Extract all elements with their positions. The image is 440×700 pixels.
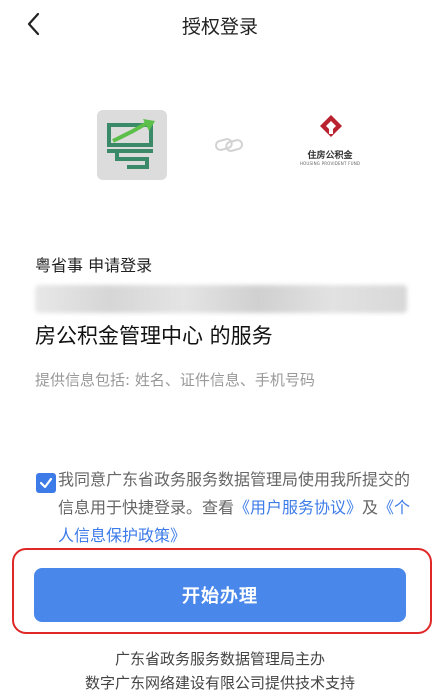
housing-fund-name: 住房公积金 <box>307 151 353 161</box>
login-request-text: 粤省事 申请登录 <box>35 256 153 275</box>
service-name: 房公积金管理中心 的服务 <box>35 324 273 348</box>
footer-tech-support: 数字广东网络建设有限公司提供技术支持 <box>84 674 355 692</box>
page-title: 授权登录 <box>181 16 258 38</box>
housing-fund-logo-icon <box>296 112 366 182</box>
footer-organizer: 广东省政务服务数据管理局主办 <box>114 650 325 668</box>
consent-text: 我同意广东省政务服务数据管理局使用我所提交的信息用于快捷登录。查看《用户服务协议… <box>58 466 423 550</box>
link-icon <box>214 135 244 155</box>
consent-middle: 及 <box>362 498 379 517</box>
blurred-organization-name <box>35 285 407 313</box>
housing-fund-subtitle: HOUSING PROVIDENT FUND <box>299 161 361 166</box>
start-button[interactable]: 开始办理 <box>34 568 406 622</box>
provided-info-text: 提供信息包括: 姓名、证件信息、手机号码 <box>35 371 315 389</box>
user-service-agreement-link[interactable]: 《用户服务协议》 <box>234 498 362 517</box>
app-logo-icon <box>97 110 167 180</box>
checkmark-icon <box>39 477 53 489</box>
consent-checkbox[interactable] <box>36 473 56 493</box>
